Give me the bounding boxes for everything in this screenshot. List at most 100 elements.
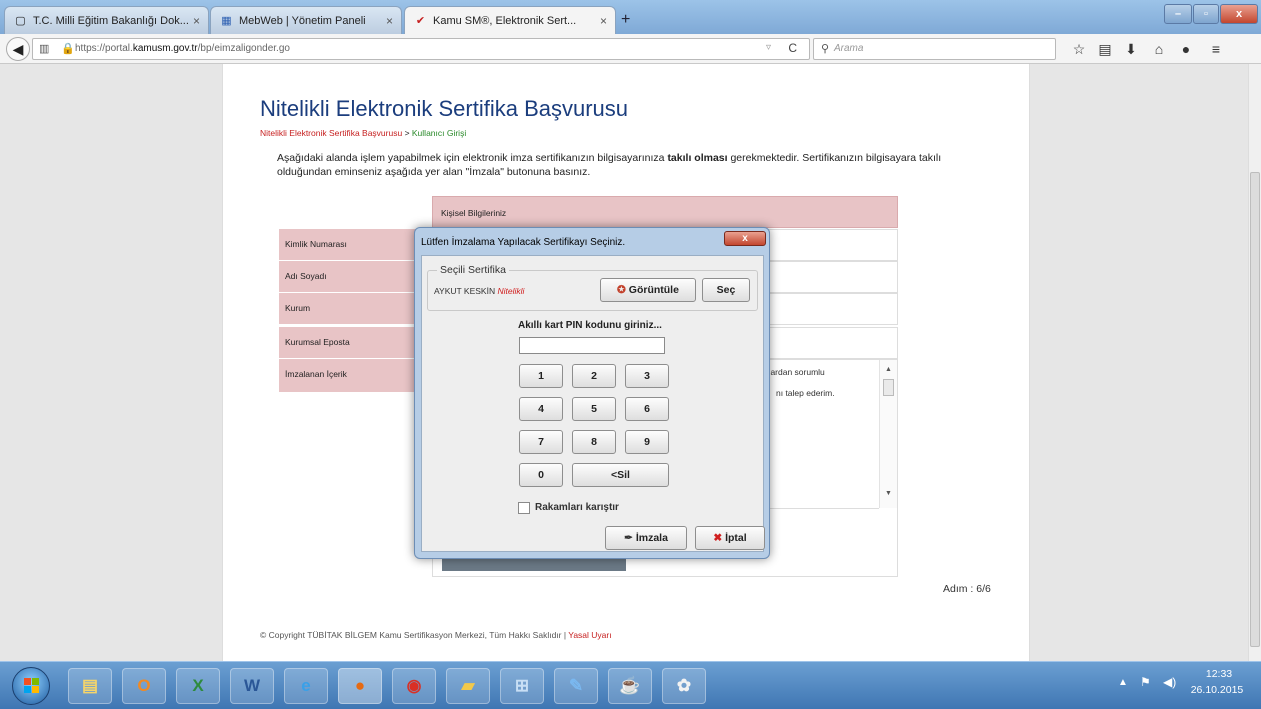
scroll-thumb[interactable] bbox=[883, 379, 894, 396]
scroll-up-icon[interactable]: ▲ bbox=[885, 366, 892, 373]
system-tray: ▲ ⚑ ◀) 12:33 26.10.2015 bbox=[1100, 662, 1261, 709]
tab-title: T.C. Milli Eğitim Bakanlığı Dok... bbox=[33, 15, 189, 27]
start-button[interactable] bbox=[12, 667, 50, 705]
dropdown-icon[interactable]: ▿ bbox=[766, 42, 771, 53]
address-bar[interactable]: ▥ 🔒 https://portal.kamusm.gov.tr/bp/eimz… bbox=[32, 38, 810, 60]
breadcrumb-item: Kullanıcı Girişi bbox=[411, 128, 467, 138]
notepad-icon[interactable]: ✎ bbox=[554, 668, 598, 704]
key-0-button[interactable]: 0 bbox=[519, 463, 563, 487]
tab-meb-docs[interactable]: ▢ T.C. Milli Eğitim Bakanlığı Dok... × bbox=[4, 6, 209, 34]
action-center-flag-icon[interactable]: ⚑ bbox=[1140, 675, 1151, 689]
field-label-kurum: Kurum bbox=[279, 293, 433, 325]
key-9-button[interactable]: 9 bbox=[625, 430, 669, 454]
hidden-button[interactable] bbox=[442, 557, 626, 571]
excel-icon[interactable]: X bbox=[176, 668, 220, 704]
scroll-down-icon[interactable]: ▼ bbox=[885, 490, 892, 497]
back-button[interactable]: ◀ bbox=[6, 37, 30, 61]
folder-icon[interactable]: ▰ bbox=[446, 668, 490, 704]
windows-logo-icon bbox=[24, 678, 39, 693]
firefox-icon[interactable]: ● bbox=[338, 668, 382, 704]
pin-label: Akıllı kart PIN kodunu giriniz... bbox=[518, 320, 662, 331]
menu-icon[interactable]: ≡ bbox=[1207, 40, 1225, 58]
personal-info-header: Kişisel Bilgileriniz bbox=[432, 196, 898, 228]
sign-button[interactable]: ✒ İmzala bbox=[605, 526, 687, 550]
tab-title: MebWeb | Yönetim Paneli bbox=[239, 15, 366, 27]
java-icon[interactable]: ☕ bbox=[608, 668, 652, 704]
key-3-button[interactable]: 3 bbox=[625, 364, 669, 388]
breadcrumb: Nitelikli Elektronik Sertifika Başvurusu… bbox=[260, 128, 467, 138]
tab-title: Kamu SM®, Elektronik Sert... bbox=[433, 15, 577, 27]
group-title: Seçili Sertifika bbox=[437, 264, 509, 276]
key-8-button[interactable]: 8 bbox=[572, 430, 616, 454]
hello-icon[interactable]: ● bbox=[1177, 40, 1195, 58]
identity-icon[interactable]: ▥ bbox=[39, 42, 49, 55]
search-bar[interactable]: ⚲ Arama bbox=[813, 38, 1056, 60]
bookmark-star-icon[interactable]: ☆ bbox=[1070, 40, 1088, 58]
chrome-icon[interactable]: ◉ bbox=[392, 668, 436, 704]
dialog-title: Lütfen İmzalama Yapılacak Sertifikayı Se… bbox=[421, 237, 626, 248]
signed-content-text: nı talep ederim. bbox=[776, 388, 835, 398]
search-icon: ⚲ bbox=[821, 43, 830, 55]
field-label-icerik: İmzalanan İçerik bbox=[279, 359, 433, 393]
word-icon[interactable]: W bbox=[230, 668, 274, 704]
delete-button[interactable]: <Sil bbox=[572, 463, 669, 487]
certificate-icon: ✪ bbox=[617, 284, 626, 296]
windows-explorer-icon[interactable]: ▤ bbox=[68, 668, 112, 704]
clock-time[interactable]: 12:33 bbox=[1194, 668, 1244, 680]
content-scrollbar[interactable]: ▲ ▼ bbox=[879, 360, 897, 508]
field-label-eposta: Kurumsal Eposta bbox=[279, 327, 433, 359]
key-7-button[interactable]: 7 bbox=[519, 430, 563, 454]
legal-link[interactable]: Yasal Uyarı bbox=[568, 630, 611, 640]
pen-icon: ✒ bbox=[624, 532, 633, 544]
maximize-button[interactable]: ▫ bbox=[1193, 4, 1219, 24]
view-certificate-button[interactable]: ✪ Görüntüle bbox=[600, 278, 696, 302]
reading-list-icon[interactable]: ▤ bbox=[1096, 40, 1114, 58]
breadcrumb-item[interactable]: Nitelikli Elektronik Sertifika Başvurusu bbox=[260, 128, 402, 138]
shuffle-label: Rakamları karıştır bbox=[535, 502, 619, 513]
dialog-close-button[interactable]: x bbox=[724, 231, 766, 246]
key-4-button[interactable]: 4 bbox=[519, 397, 563, 421]
tab-mebweb[interactable]: ▦ MebWeb | Yönetim Paneli × bbox=[210, 6, 402, 34]
key-2-button[interactable]: 2 bbox=[572, 364, 616, 388]
page-scroll-thumb[interactable] bbox=[1250, 172, 1260, 647]
minimize-button[interactable]: – bbox=[1164, 4, 1192, 24]
outlook-icon[interactable]: O bbox=[122, 668, 166, 704]
show-hidden-icons-icon[interactable]: ▲ bbox=[1118, 677, 1128, 688]
pin-input[interactable] bbox=[519, 337, 665, 354]
select-certificate-button[interactable]: Seç bbox=[702, 278, 750, 302]
intro-text: Aşağıdaki alanda işlem yapabilmek için e… bbox=[277, 152, 942, 178]
internet-explorer-icon[interactable]: e bbox=[284, 668, 328, 704]
field-label-ad-soyad: Adı Soyadı bbox=[279, 261, 433, 293]
lock-icon: 🔒 bbox=[61, 43, 75, 55]
volume-icon[interactable]: ◀) bbox=[1163, 675, 1176, 689]
close-window-button[interactable]: x bbox=[1220, 4, 1258, 24]
close-tab-icon[interactable]: × bbox=[193, 14, 200, 28]
key-1-button[interactable]: 1 bbox=[519, 364, 563, 388]
cross-icon: ✖ bbox=[713, 532, 723, 544]
close-tab-icon[interactable]: × bbox=[600, 14, 607, 28]
new-tab-button[interactable]: + bbox=[621, 11, 630, 29]
cancel-button[interactable]: ✖ İptal bbox=[695, 526, 765, 550]
network-icon[interactable]: ⊞ bbox=[500, 668, 544, 704]
url-text: https://portal.kamusm.gov.tr/bp/eimzalig… bbox=[75, 43, 290, 54]
tab-kamusm[interactable]: ✔ Kamu SM®, Elektronik Sert... × bbox=[404, 6, 616, 34]
clock-date[interactable]: 26.10.2015 bbox=[1186, 684, 1248, 696]
paint-icon[interactable]: ✿ bbox=[662, 668, 706, 704]
shuffle-checkbox[interactable] bbox=[518, 502, 530, 514]
download-icon[interactable]: ⬇ bbox=[1122, 40, 1140, 58]
key-6-button[interactable]: 6 bbox=[625, 397, 669, 421]
certificate-name: AYKUT KESKİN Nitelikli bbox=[434, 286, 525, 296]
certificate-dialog: Lütfen İmzalama Yapılacak Sertifikayı Se… bbox=[414, 227, 770, 559]
key-5-button[interactable]: 5 bbox=[572, 397, 616, 421]
reload-icon[interactable]: C bbox=[788, 41, 797, 55]
browser-tab-bar: ▢ T.C. Milli Eğitim Bakanlığı Dok... × ▦… bbox=[0, 0, 1261, 34]
close-tab-icon[interactable]: × bbox=[386, 14, 393, 28]
dialog-body: Seçili Sertifika AYKUT KESKİN Nitelikli … bbox=[421, 255, 765, 552]
page-scrollbar[interactable] bbox=[1248, 64, 1261, 661]
copyright-text: © Copyright TÜBİTAK BİLGEM Kamu Sertifik… bbox=[260, 630, 612, 640]
search-placeholder: Arama bbox=[834, 43, 864, 54]
signed-content-text: arlardan sorumlu bbox=[761, 367, 825, 377]
taskbar: ▤ O X W e ● ◉ ▰ ⊞ ✎ ☕ ✿ ▲ ⚑ ◀) 12:33 26.… bbox=[0, 661, 1261, 709]
page-title: Nitelikli Elektronik Sertifika Başvurusu bbox=[260, 96, 629, 121]
home-icon[interactable]: ⌂ bbox=[1150, 40, 1168, 58]
